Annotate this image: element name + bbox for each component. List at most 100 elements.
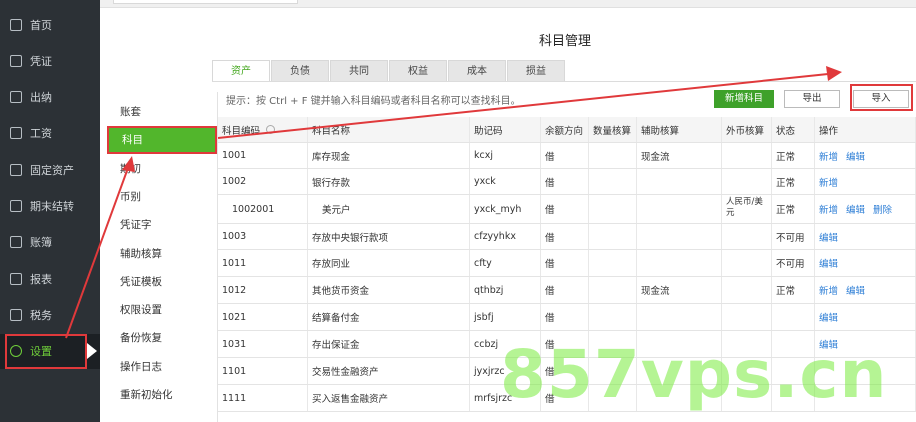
table-row[interactable]: 1001 库存现金 kcxj 借 现金流 正常 新增 编辑 <box>218 143 916 169</box>
submenu-item[interactable]: 备份恢复 <box>100 324 218 352</box>
column-header-label: 助记码 <box>474 125 503 137</box>
cell-aux <box>637 224 722 249</box>
tab-0[interactable]: 资产 <box>212 60 270 82</box>
cell-status: 正常 <box>772 277 815 303</box>
cell-text: 1031 <box>222 338 247 350</box>
sidebar-item-3[interactable]: 工资 <box>0 116 100 151</box>
tab-2[interactable]: 共同 <box>330 60 388 82</box>
row-action-link[interactable]: 编辑 <box>819 256 838 270</box>
voucher-icon <box>10 54 22 67</box>
cell-text: kcxj <box>474 150 493 161</box>
sidebar-item-6[interactable]: 账簿 <box>0 225 100 260</box>
submenu-item[interactable]: 科目 <box>107 126 217 155</box>
row-action-link[interactable]: 编辑 <box>846 149 865 163</box>
cell-mnemonic: cfty <box>470 250 541 276</box>
table-row[interactable]: 1011 存放同业 cfty 借 不可用 编辑 <box>218 250 916 277</box>
cell-text: 结算备付金 <box>312 313 360 324</box>
ledger-icon <box>10 236 22 249</box>
help-icon[interactable] <box>266 125 276 134</box>
column-header-label: 科目编码 <box>222 125 261 137</box>
cell-text: 其他货币资金 <box>312 286 370 297</box>
salary-icon <box>10 127 22 140</box>
tab-1[interactable]: 负债 <box>271 60 329 82</box>
cell-name: 存放中央银行款项 <box>308 224 470 249</box>
table-row[interactable]: 1021 结算备付金 jsbfj 借 编辑 <box>218 304 916 331</box>
sidebar-item-7[interactable]: 报表 <box>0 261 100 296</box>
row-action-link[interactable]: 新增 <box>819 175 838 189</box>
table-row[interactable]: 1002 银行存款 yxck 借 正常 新增 <box>218 169 916 195</box>
submenu-item[interactable]: 期初 <box>100 155 218 183</box>
cell-code: 1012 <box>218 277 308 303</box>
column-header: 操作 <box>815 117 916 142</box>
submenu-item[interactable]: 币别 <box>100 183 218 211</box>
submenu-item[interactable]: 辅助核算 <box>100 240 218 268</box>
watermark: 857vps.cn <box>500 336 888 413</box>
cell-name: 库存现金 <box>308 143 470 168</box>
sidebar-item-label: 期末结转 <box>30 200 74 213</box>
sidebar-item-2[interactable]: 出纳 <box>0 80 100 115</box>
import-annotation-box <box>850 84 913 111</box>
row-action-link[interactable]: 编辑 <box>819 230 838 244</box>
row-action-link[interactable]: 删除 <box>873 202 892 216</box>
table-row[interactable]: 1002001 美元户 yxck_myh 借 人民币/美元 正常 新增 编辑 删除 <box>218 195 916 224</box>
sidebar-item-label: 账簿 <box>30 236 52 250</box>
cell-aux: 现金流 <box>637 143 722 168</box>
cell-ops: 新增 编辑 <box>815 277 916 303</box>
column-header: 数量核算 <box>589 117 637 142</box>
cell-text: jsbfj <box>474 311 494 323</box>
settings-submenu: 账套 科目 期初 币别 凭证字 辅助核算 凭证模板 权限设置 备份恢复 操作日志 重新初始化 <box>100 92 218 422</box>
cell-direction: 借 <box>541 195 589 223</box>
sidebar-item-5[interactable]: 期末结转 <box>0 189 100 224</box>
cell-direction: 借 <box>541 277 589 303</box>
calendar-icon <box>10 200 22 212</box>
cell-text: 库存现金 <box>312 151 351 163</box>
submenu-item[interactable]: 操作日志 <box>100 353 218 381</box>
row-action-link[interactable]: 编辑 <box>846 283 865 297</box>
cell-direction: 借 <box>541 250 589 276</box>
sidebar-item-1[interactable]: 凭证 <box>0 43 100 78</box>
row-action-link[interactable]: 编辑 <box>819 310 838 324</box>
column-header: 余额方向 <box>541 117 589 142</box>
table-row[interactable]: 1012 其他货币资金 qthbzj 借 现金流 正常 新增 编辑 <box>218 277 916 304</box>
cell-qty <box>589 169 637 194</box>
cell-code: 1002001 <box>218 195 308 223</box>
top-search-box[interactable] <box>113 0 298 4</box>
cell-text: ccbzj <box>474 338 499 350</box>
cell-text: 1012 <box>222 284 247 296</box>
cell-name: 银行存款 <box>308 169 470 194</box>
cell-code: 1001 <box>218 143 308 168</box>
submenu-item[interactable]: 重新初始化 <box>100 381 218 409</box>
arrow-head-import-icon <box>826 66 842 81</box>
export-button[interactable]: 导出 <box>784 90 840 108</box>
sidebar-item-label: 工资 <box>30 127 52 141</box>
submenu-item[interactable]: 凭证字 <box>100 211 218 239</box>
column-header-label: 状态 <box>776 125 796 137</box>
row-action-link[interactable]: 新增 <box>819 202 838 216</box>
sidebar-item-8[interactable]: 税务 <box>0 297 100 332</box>
cell-name: 存出保证金 <box>308 331 470 357</box>
tab-5[interactable]: 损益 <box>507 60 565 82</box>
row-action-link[interactable]: 编辑 <box>846 202 865 216</box>
cell-fx <box>722 224 772 249</box>
submenu-item[interactable]: 账套 <box>100 98 218 126</box>
submenu-item[interactable]: 凭证模板 <box>100 268 218 296</box>
tab-4[interactable]: 成本 <box>448 60 506 82</box>
cell-text: 借 <box>545 286 555 297</box>
cell-text: cfty <box>474 257 492 269</box>
cell-ops: 编辑 <box>815 250 916 276</box>
cell-text: 现金流 <box>641 286 670 297</box>
submenu-item[interactable]: 权限设置 <box>100 296 218 324</box>
cell-status <box>772 304 815 330</box>
tab-3[interactable]: 权益 <box>389 60 447 82</box>
sidebar-item-4[interactable]: 固定资产 <box>0 152 100 187</box>
row-action-link[interactable]: 新增 <box>819 149 838 163</box>
cell-status: 正常 <box>772 169 815 194</box>
cell-code: 1003 <box>218 224 308 249</box>
cell-fx <box>722 143 772 168</box>
cell-mnemonic: yxck_myh <box>470 195 541 223</box>
sidebar-item-0[interactable]: 首页 <box>0 7 100 42</box>
table-row[interactable]: 1003 存放中央银行款项 cfzyyhkx 借 不可用 编辑 <box>218 224 916 250</box>
add-subject-button[interactable]: 新增科目 <box>714 90 774 108</box>
row-action-link[interactable]: 新增 <box>819 283 838 297</box>
cell-text: 存放同业 <box>312 259 351 270</box>
